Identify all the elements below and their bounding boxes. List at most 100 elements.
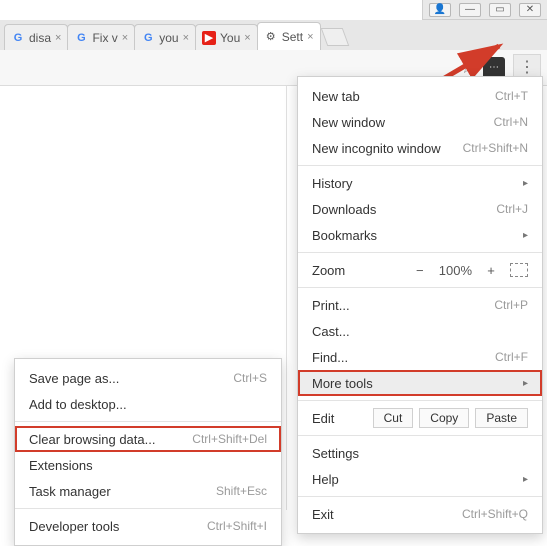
close-icon[interactable]: × [307,31,313,43]
menu-item-label: Task manager [29,484,111,499]
chevron-right-icon: ▸ [523,378,528,389]
menu-item-label: Save page as... [29,371,119,386]
window-controls: 👤 — ▭ ✕ [422,0,547,20]
submenu-clear-browsing-data[interactable]: Clear browsing data... Ctrl+Shift+Del [15,426,281,452]
tab-title: You [220,31,240,45]
menu-separator [298,496,542,497]
main-menu: New tab Ctrl+T New window Ctrl+N New inc… [297,76,543,534]
shortcut-text: Ctrl+P [494,298,528,312]
zoom-value: 100% [439,263,472,278]
menu-help[interactable]: Help ▸ [298,466,542,492]
close-icon[interactable]: × [55,32,61,44]
menu-more-tools[interactable]: More tools ▸ [298,370,542,396]
menu-history[interactable]: History ▸ [298,170,542,196]
tab-4[interactable]: ⚙ Sett × [257,22,321,50]
edit-label: Edit [312,411,373,426]
submenu-developer-tools[interactable]: Developer tools Ctrl+Shift+I [15,513,281,539]
cut-button[interactable]: Cut [373,408,414,428]
zoom-in-button[interactable]: + [482,263,500,278]
menu-item-label: Bookmarks [312,228,517,243]
star-icon[interactable]: ☆ [461,58,475,78]
menu-separator [15,508,281,509]
shortcut-text: Ctrl+J [496,202,528,216]
tab-title: you [159,31,178,45]
menu-item-label: More tools [312,376,517,391]
tab-title: Sett [282,30,303,44]
shortcut-text: Ctrl+Shift+Q [462,507,528,521]
menu-find[interactable]: Find... Ctrl+F [298,344,542,370]
new-tab-button[interactable] [320,28,349,46]
menu-item-label: Add to desktop... [29,397,127,412]
zoom-out-button[interactable]: − [411,263,429,278]
menu-edit-row: Edit Cut Copy Paste [298,405,542,431]
fullscreen-icon[interactable] [510,263,528,277]
tab-3[interactable]: ▶ You × [195,24,258,50]
tab-2[interactable]: G you × [134,24,196,50]
menu-item-label: Cast... [312,324,528,339]
youtube-icon: ▶ [202,31,216,45]
tab-title: disa [29,31,51,45]
menu-new-tab[interactable]: New tab Ctrl+T [298,83,542,109]
menu-cast[interactable]: Cast... [298,318,542,344]
shortcut-text: Ctrl+T [495,89,528,103]
menu-item-label: History [312,176,517,191]
shortcut-text: Ctrl+S [233,371,267,385]
shortcut-text: Ctrl+N [494,115,528,129]
submenu-extensions[interactable]: Extensions [15,452,281,478]
shortcut-text: Ctrl+Shift+Del [192,432,267,446]
minimize-button[interactable]: — [459,3,481,17]
submenu-add-to-desktop[interactable]: Add to desktop... [15,391,281,417]
maximize-button[interactable]: ▭ [489,3,511,17]
menu-item-label: Developer tools [29,519,119,534]
menu-settings[interactable]: Settings [298,440,542,466]
close-icon[interactable]: × [122,32,128,44]
menu-item-label: Find... [312,350,495,365]
menu-print[interactable]: Print... Ctrl+P [298,292,542,318]
submenu-task-manager[interactable]: Task manager Shift+Esc [15,478,281,504]
zoom-label: Zoom [312,263,411,278]
user-icon[interactable]: 👤 [429,3,451,17]
close-icon[interactable]: × [183,32,189,44]
more-tools-submenu: Save page as... Ctrl+S Add to desktop...… [14,358,282,546]
chevron-right-icon: ▸ [523,474,528,485]
paste-button[interactable]: Paste [475,408,528,428]
menu-incognito[interactable]: New incognito window Ctrl+Shift+N [298,135,542,161]
google-icon: G [74,31,88,45]
tab-0[interactable]: G disa × [4,24,68,50]
menu-separator [298,400,542,401]
menu-item-label: Settings [312,446,528,461]
menu-separator [15,421,281,422]
menu-item-label: Clear browsing data... [29,432,155,447]
submenu-save-page[interactable]: Save page as... Ctrl+S [15,365,281,391]
menu-item-label: Help [312,472,517,487]
google-icon: G [141,31,155,45]
tab-1[interactable]: G Fix v × [67,24,135,50]
menu-separator [298,165,542,166]
menu-bookmarks[interactable]: Bookmarks ▸ [298,222,542,248]
menu-item-label: New window [312,115,494,130]
tab-title: Fix v [92,31,117,45]
menu-zoom-row: Zoom − 100% + [298,257,542,283]
shortcut-text: Shift+Esc [216,484,267,498]
menu-item-label: Extensions [29,458,93,473]
chevron-right-icon: ▸ [523,230,528,241]
menu-separator [298,252,542,253]
tab-strip: G disa × G Fix v × G you × ▶ You × ⚙ Set… [0,20,547,50]
menu-new-window[interactable]: New window Ctrl+N [298,109,542,135]
menu-separator [298,287,542,288]
gear-icon: ⚙ [264,30,278,44]
shortcut-text: Ctrl+F [495,350,528,364]
menu-separator [298,435,542,436]
close-window-button[interactable]: ✕ [519,3,541,17]
close-icon[interactable]: × [244,32,250,44]
menu-item-label: New incognito window [312,141,463,156]
menu-exit[interactable]: Exit Ctrl+Shift+Q [298,501,542,527]
menu-item-label: Exit [312,507,462,522]
menu-item-label: Downloads [312,202,496,217]
copy-button[interactable]: Copy [419,408,469,428]
menu-downloads[interactable]: Downloads Ctrl+J [298,196,542,222]
menu-item-label: New tab [312,89,495,104]
chevron-right-icon: ▸ [523,178,528,189]
google-icon: G [11,31,25,45]
shortcut-text: Ctrl+Shift+I [207,519,267,533]
